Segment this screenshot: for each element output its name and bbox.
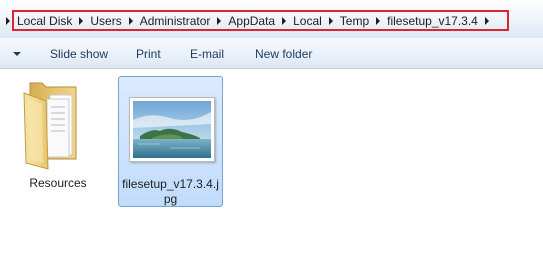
breadcrumb-chevron-icon[interactable] bbox=[217, 16, 222, 25]
slideshow-button[interactable]: Slide show bbox=[50, 47, 108, 61]
breadcrumb-item-users[interactable]: Users bbox=[86, 14, 125, 28]
breadcrumb-label[interactable]: Administrator bbox=[136, 14, 215, 28]
landscape-thumbnail-icon bbox=[133, 101, 211, 158]
breadcrumb-chevron-icon[interactable] bbox=[376, 16, 381, 25]
breadcrumb-label[interactable]: AppData bbox=[224, 14, 279, 28]
breadcrumb-item-appdata[interactable]: AppData bbox=[224, 14, 279, 28]
breadcrumb-chevron-icon[interactable] bbox=[328, 16, 333, 25]
image-thumbnail bbox=[129, 97, 215, 162]
breadcrumb-chevron-icon[interactable] bbox=[128, 16, 133, 25]
email-button[interactable]: E-mail bbox=[190, 47, 224, 61]
breadcrumb-chevron-icon[interactable] bbox=[282, 16, 287, 25]
print-button[interactable]: Print bbox=[136, 47, 161, 61]
breadcrumb-item-administrator[interactable]: Administrator bbox=[136, 14, 215, 28]
toolbar: Slide show Print E-mail New folder bbox=[0, 38, 543, 69]
breadcrumb-chevron-icon[interactable] bbox=[484, 16, 489, 25]
breadcrumb-label[interactable]: Temp bbox=[336, 14, 373, 28]
address-bar[interactable]: Local Disk Users Administrator AppData L… bbox=[0, 0, 543, 38]
breadcrumb-item-temp[interactable]: Temp bbox=[336, 14, 373, 28]
new-folder-button[interactable]: New folder bbox=[255, 47, 312, 61]
file-list[interactable]: Resources filesetup_v17.3.4.jpg bbox=[0, 69, 543, 265]
breadcrumb-item-filesetup[interactable]: filesetup_v17.3.4 bbox=[383, 14, 482, 28]
folder-item[interactable]: Resources bbox=[8, 77, 108, 195]
file-item-selected[interactable]: filesetup_v17.3.4.jpg bbox=[118, 76, 223, 207]
breadcrumb-item-local[interactable]: Local bbox=[289, 14, 326, 28]
file-name-label: Resources bbox=[29, 176, 87, 190]
breadcrumb: Local Disk Users Administrator AppData L… bbox=[3, 9, 492, 32]
breadcrumb-chevron-icon[interactable] bbox=[79, 16, 84, 25]
folder-icon bbox=[23, 82, 77, 170]
breadcrumb-label[interactable]: Local Disk bbox=[13, 14, 76, 28]
file-name-label: filesetup_v17.3.4.jpg bbox=[122, 177, 219, 206]
breadcrumb-label[interactable]: filesetup_v17.3.4 bbox=[383, 14, 482, 28]
breadcrumb-item-local-disk[interactable]: Local Disk bbox=[13, 14, 76, 28]
breadcrumb-label[interactable]: Users bbox=[86, 14, 125, 28]
breadcrumb-root-chevron-icon[interactable] bbox=[6, 16, 10, 25]
dropdown-arrow-icon[interactable] bbox=[13, 52, 21, 56]
breadcrumb-label[interactable]: Local bbox=[289, 14, 326, 28]
